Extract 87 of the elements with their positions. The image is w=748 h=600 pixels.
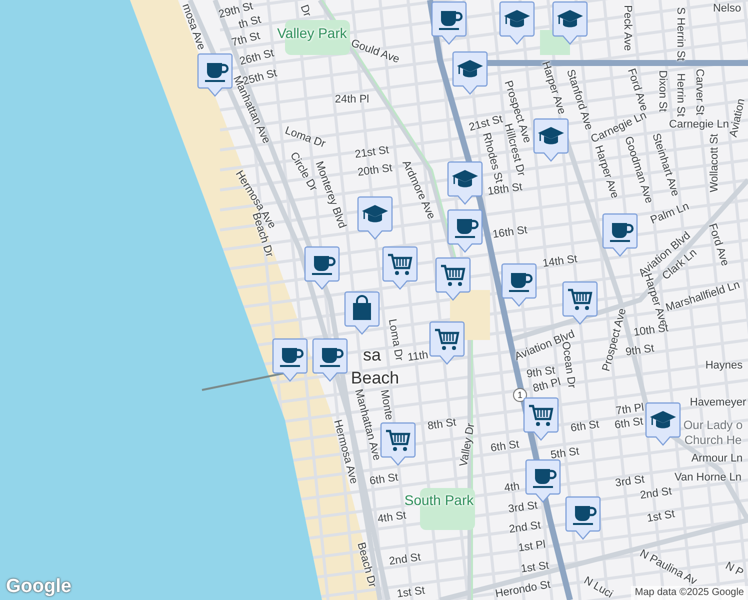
shopping-cart-marker[interactable] <box>379 421 417 467</box>
place-label: Our Lady o <box>683 419 743 431</box>
street-label: Haynes <box>705 360 743 372</box>
street-label: 16th St <box>492 225 528 241</box>
street-label: 1st Pl <box>518 540 546 554</box>
city-label: sa <box>363 346 381 364</box>
shopping-cart-marker[interactable] <box>381 245 419 291</box>
street-label: 7th Pl <box>615 402 645 418</box>
street-label: 14th St <box>542 254 578 270</box>
graduation-cap-marker[interactable] <box>532 117 570 163</box>
street-label: 1st St <box>520 560 550 576</box>
graduation-cap-marker[interactable] <box>644 401 682 447</box>
street-label: Ford Ave <box>706 222 730 268</box>
street-label: 21st St <box>354 145 390 161</box>
street-label: Aviation <box>728 98 748 138</box>
street-label: 2nd St <box>508 520 542 536</box>
street-label: Valley Dr <box>458 422 478 468</box>
street-label: Loma Dr <box>283 126 327 150</box>
street-label: 8th St <box>427 418 457 432</box>
street-label: Ford Ave <box>625 67 649 113</box>
street-label: 18th St <box>486 182 524 198</box>
street-label: 10th St <box>632 323 670 339</box>
street-label: Carnegie Ln <box>669 120 729 130</box>
city-label: Beach <box>350 370 400 386</box>
street-label: Rhodes St <box>480 132 504 184</box>
coffee-cup-marker[interactable] <box>430 0 468 46</box>
google-logo: Google <box>6 577 72 596</box>
street-label: 20th St <box>356 163 394 179</box>
street-label: 26th St <box>238 48 276 68</box>
shopping-bag-marker[interactable] <box>343 290 381 336</box>
street-label: 1st St <box>646 509 676 525</box>
street-label: 7th St <box>230 30 262 50</box>
street-label: 6th St <box>614 416 644 432</box>
coffee-cup-marker[interactable] <box>303 245 341 291</box>
shopping-cart-marker[interactable] <box>522 396 560 442</box>
street-label: Dr <box>298 4 312 18</box>
street-label: Havemeyer <box>690 398 746 408</box>
street-label: Dixon St <box>656 70 668 112</box>
street-label: Herrin St <box>674 73 686 117</box>
street-label: S Herrin St <box>674 7 686 61</box>
street-label: 9th St <box>625 344 655 358</box>
street-label: 6th St <box>369 472 399 488</box>
coffee-cup-marker[interactable] <box>446 208 484 254</box>
park-label: South Park <box>404 493 474 507</box>
street-label: 3rd St <box>508 500 538 516</box>
coffee-cup-marker[interactable] <box>601 212 639 258</box>
graduation-cap-marker[interactable] <box>446 160 484 206</box>
street-label: 21st St <box>468 114 504 134</box>
street-label: 1st St <box>396 586 426 600</box>
street-label: Harper Ave <box>539 60 567 116</box>
street-label: Van Horne Ln <box>674 472 742 484</box>
street-label: 6th St <box>490 440 520 454</box>
coffee-cup-marker[interactable] <box>500 262 538 308</box>
street-label: 5th St <box>550 446 580 462</box>
street-label: Gould Ave <box>349 38 401 66</box>
street-label: Beach Dr <box>354 541 378 589</box>
street-label: N P <box>723 560 745 580</box>
street-label: Herondo St <box>494 580 552 600</box>
graduation-cap-marker[interactable] <box>451 50 489 96</box>
street-label: 24th Pl <box>334 94 370 106</box>
graduation-cap-marker[interactable] <box>498 0 536 46</box>
street-label: 4th <box>504 482 520 494</box>
street-label: 6th St <box>570 420 600 434</box>
street-label: Peck Ave <box>622 5 632 51</box>
street-label: Palm Ln <box>649 201 691 227</box>
street-label: 2nd St <box>388 552 422 568</box>
street-label: mosa Ave <box>180 2 206 52</box>
street-label: 11th <box>407 350 429 364</box>
shopping-cart-marker[interactable] <box>561 280 599 326</box>
coffee-cup-marker[interactable] <box>196 52 234 98</box>
street-label: Wollacott St <box>710 134 720 192</box>
street-label: Loma Dr <box>386 318 404 362</box>
shopping-cart-marker[interactable] <box>434 256 472 302</box>
street-label: Carver St <box>694 68 704 116</box>
street-label: th St <box>238 14 262 32</box>
shopping-cart-marker[interactable] <box>428 320 466 366</box>
coffee-cup-marker[interactable] <box>564 495 602 541</box>
street-label: Harper Ave <box>592 144 620 200</box>
graduation-cap-marker[interactable] <box>356 195 394 241</box>
street-label: 8th Pl <box>532 377 562 395</box>
street-label: Nelso <box>712 4 742 14</box>
street-label: Armour Ln <box>691 454 743 464</box>
map-attribution: Map data ©2025 Google <box>630 586 748 600</box>
park-label: Valley Park <box>277 26 347 40</box>
street-label: 4th St <box>377 510 407 526</box>
street-label: N Luci <box>582 575 614 600</box>
place-label: Church He <box>684 434 742 446</box>
